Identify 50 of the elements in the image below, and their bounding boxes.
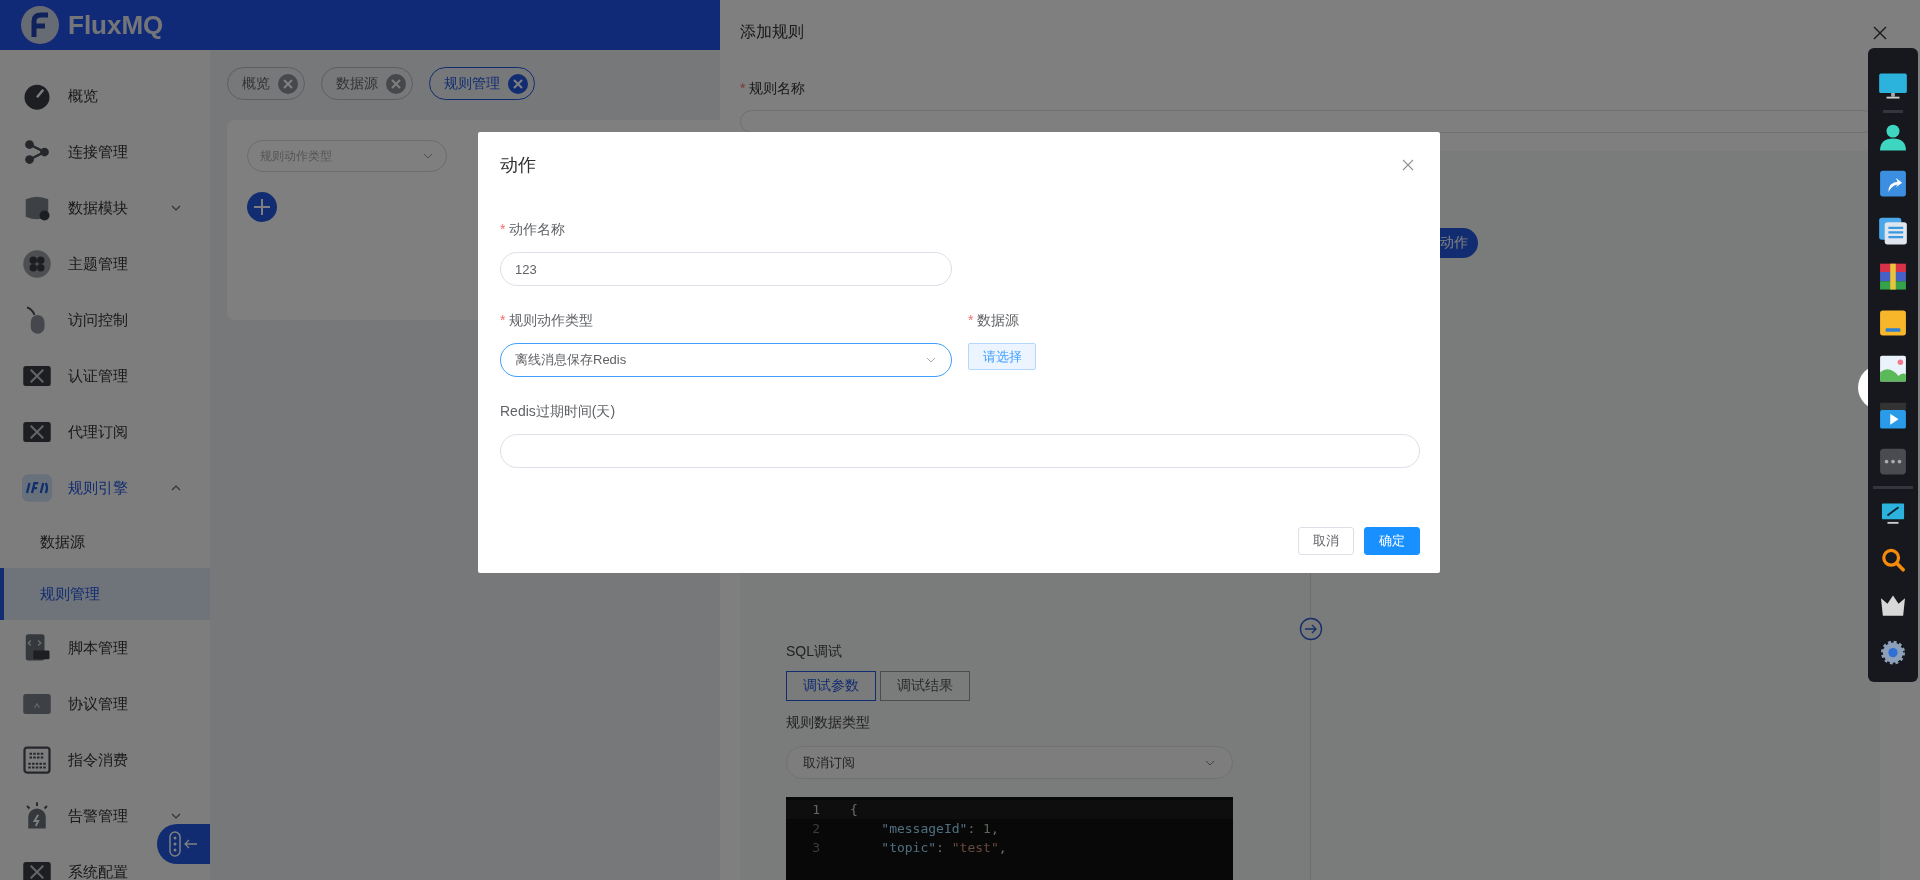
close-icon[interactable] (1872, 24, 1888, 41)
sidebar-subitem[interactable]: 数据源 (0, 516, 210, 568)
debug-tab[interactable]: 调试参数 (786, 671, 876, 701)
sidebar-item[interactable]: 系统配置 (0, 860, 210, 880)
field-label: 规则动作类型 (509, 312, 594, 328)
clover-icon (22, 249, 52, 279)
sidebar-item[interactable]: 告警管理 (0, 804, 210, 828)
data-type-select[interactable]: 取消订阅 (786, 746, 1233, 779)
cancel-button[interactable]: 取消 (1298, 527, 1354, 555)
logic-icon (22, 473, 52, 503)
app-name: FluxMQ (68, 9, 164, 41)
keyboard-icon (22, 745, 52, 775)
sidebar-item[interactable]: 访问控制 (0, 308, 210, 332)
select-datasource-button[interactable]: 请选择 (968, 343, 1036, 370)
debug-tab[interactable]: 调试结果 (880, 671, 970, 701)
section-title: SQL调试 (786, 643, 843, 661)
sidebar-item[interactable]: 认证管理 (0, 364, 210, 388)
arrow-right-button[interactable] (1299, 617, 1323, 641)
code-line: "messageId": 1, (880, 821, 999, 836)
nodes-icon (22, 137, 52, 167)
field-label: 动作名称 (509, 221, 566, 237)
sidebar-item[interactable]: 数据模块 (0, 196, 210, 220)
required-mark: * (500, 221, 506, 237)
sidebar-item[interactable]: 脚本管理 (0, 636, 210, 660)
line-number: 1 (811, 802, 820, 817)
field-label: 数据源 (977, 312, 1020, 328)
field-label: 规则数据类型 (786, 714, 871, 732)
sidebar-item[interactable]: 指令消费 (0, 748, 210, 772)
required-mark: * (968, 312, 974, 328)
dialog-title: 动作 (500, 154, 536, 177)
code-line: "topic": "test", (880, 840, 1007, 855)
field-label: Redis过期时间(天) (500, 403, 616, 419)
sidebar-item[interactable]: 代理订阅 (0, 420, 210, 444)
sidebar-item[interactable]: 协议管理 (0, 692, 210, 716)
close-icon[interactable] (508, 73, 528, 94)
sidebar-item[interactable]: 连接管理 (0, 140, 210, 164)
sidebar-subitem[interactable]: 规则管理 (0, 568, 210, 620)
code-line: { (850, 802, 858, 817)
sidebar-item[interactable]: 规则引擎 (0, 476, 210, 500)
logo-icon (20, 5, 60, 45)
required-mark: * (740, 80, 746, 96)
add-button[interactable] (247, 192, 277, 222)
drawer-title: 添加规则 (740, 22, 804, 42)
confirm-button[interactable]: 确定 (1364, 527, 1420, 555)
close-icon[interactable] (1402, 159, 1414, 171)
required-mark: * (500, 312, 506, 328)
sidebar-item[interactable]: 主题管理 (0, 252, 210, 276)
sidebar-item[interactable]: 概览 (0, 84, 210, 108)
field-label: 规则名称 (749, 80, 806, 96)
collapse-button[interactable] (157, 824, 210, 864)
